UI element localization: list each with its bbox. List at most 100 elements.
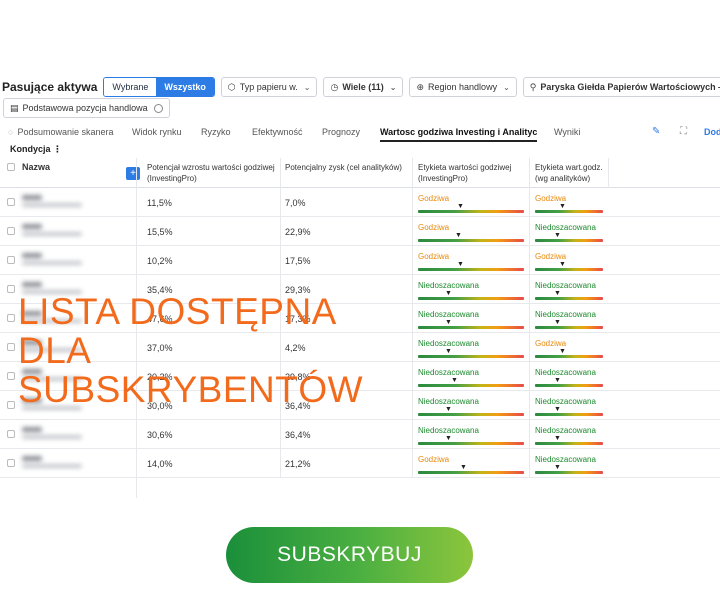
tab-market-view[interactable]: Widok rynku bbox=[132, 127, 182, 137]
location-pin-icon: ⚲ bbox=[529, 81, 537, 92]
table-row[interactable]: 30,6% 36,4% Niedoszacowana ▼ Niedoszacowana ▼ bbox=[0, 420, 720, 449]
analyst-upside-value: 36,4% bbox=[285, 430, 311, 440]
meter-marker-icon: ▼ bbox=[554, 406, 561, 413]
fair-value-meter-pro bbox=[418, 297, 524, 300]
row-checkbox[interactable] bbox=[7, 256, 15, 264]
add-link[interactable]: Dod bbox=[704, 127, 720, 137]
header-analyst-upside[interactable]: Potencjalny zysk (cel analityków) bbox=[285, 162, 402, 173]
globe-icon: ⊕ bbox=[416, 81, 425, 92]
fair-value-meter-pro bbox=[418, 384, 524, 387]
fair-value-meter-analyst bbox=[535, 471, 603, 474]
fair-value-meter-pro bbox=[418, 239, 524, 242]
row-checkbox[interactable] bbox=[7, 459, 15, 467]
fair-value-meter-pro bbox=[418, 355, 524, 358]
fair-value-meter-analyst bbox=[535, 239, 603, 242]
toggle-all[interactable]: Wszystko bbox=[156, 78, 214, 96]
fair-value-label-pro: Godziwa bbox=[418, 252, 450, 261]
fair-value-label-pro: Niedoszacowana bbox=[418, 310, 479, 319]
fair-value-meter-analyst bbox=[535, 297, 603, 300]
fair-value-label-analyst: Niedoszacowana bbox=[535, 426, 596, 435]
row-checkbox[interactable] bbox=[7, 430, 15, 438]
fair-value-meter-analyst bbox=[535, 210, 603, 213]
select-all-checkbox[interactable] bbox=[7, 163, 15, 171]
many-dropdown[interactable]: ◷ Wiele (11) ⌄ bbox=[323, 77, 404, 97]
primary-listing-filter[interactable]: ▤ Podstawowa pozycja handlowa bbox=[3, 98, 170, 118]
tab-bar: ○ Podsumowanie skanera Widok rynku Ryzyko… bbox=[0, 124, 720, 142]
tab-fair-value[interactable]: Wartosc godziwa Investing i Analityc bbox=[380, 127, 538, 142]
row-checkbox[interactable] bbox=[7, 285, 15, 293]
upside-value: 11,5% bbox=[147, 198, 172, 208]
tab-scanner-summary[interactable]: ○ Podsumowanie skanera bbox=[8, 127, 114, 137]
add-column-button[interactable]: + bbox=[126, 167, 140, 180]
selection-toggle[interactable]: Wybrane Wszystko bbox=[103, 77, 215, 97]
subscribers-only-overlay: LISTA DOSTĘPNA DLA SUBSKRYBENTÓW bbox=[18, 292, 398, 409]
fair-value-label-analyst: Niedoszacowana bbox=[535, 368, 596, 377]
tab-results[interactable]: Wyniki bbox=[554, 127, 580, 137]
hidden-asset-name bbox=[22, 456, 82, 468]
meter-marker-icon: ▼ bbox=[554, 435, 561, 442]
circle-icon: ○ bbox=[8, 127, 14, 137]
fair-value-label-pro: Niedoszacowana bbox=[418, 426, 479, 435]
page-title: Pasujące aktywa bbox=[2, 80, 98, 94]
meter-marker-icon: ▼ bbox=[554, 290, 561, 297]
fair-value-meter-pro bbox=[418, 471, 524, 474]
row-checkbox[interactable] bbox=[7, 372, 15, 380]
meter-marker-icon: ▼ bbox=[445, 348, 452, 355]
exchange-dropdown[interactable]: ⚲ Paryska Giełda Papierów Wartościowych … bbox=[522, 77, 720, 97]
fair-value-label-analyst: Godziwa bbox=[535, 194, 567, 203]
fair-value-label-analyst: Godziwa bbox=[535, 252, 567, 261]
radio-button[interactable] bbox=[153, 103, 163, 113]
security-type-dropdown[interactable]: ⬡ Typ papieru w. ⌄ bbox=[220, 77, 318, 97]
overlay-line-2: DLA bbox=[18, 330, 92, 371]
meter-marker-icon: ▼ bbox=[445, 290, 452, 297]
fair-value-label-analyst: Niedoszacowana bbox=[535, 281, 596, 290]
header-upside[interactable]: Potencjał wzrostu wartości godziwej (Inve… bbox=[147, 162, 275, 184]
fair-value-label-analyst: Niedoszacowana bbox=[535, 223, 596, 232]
meter-marker-icon: ▼ bbox=[457, 203, 464, 210]
fair-value-label-analyst: Niedoszacowana bbox=[535, 455, 596, 464]
fair-value-label-pro: Godziwa bbox=[418, 455, 450, 464]
chevron-down-icon: ⌄ bbox=[303, 82, 311, 92]
hidden-asset-name bbox=[22, 224, 82, 236]
pencil-icon[interactable]: ✎ bbox=[652, 126, 660, 137]
row-checkbox[interactable] bbox=[7, 227, 15, 235]
header-fv-label-pro[interactable]: Etykieta wartości godziwej (InvestingPro) bbox=[418, 162, 511, 184]
fair-value-label-pro: Niedoszacowana bbox=[418, 281, 479, 290]
meter-marker-icon: ▼ bbox=[451, 377, 458, 384]
row-checkbox[interactable] bbox=[7, 198, 15, 206]
header-name[interactable]: Nazwa bbox=[22, 162, 50, 173]
meter-marker-icon: ▼ bbox=[457, 261, 464, 268]
table-row[interactable]: 11,5% 7,0% Godziwa ▼ Godziwa ▼ bbox=[0, 188, 720, 217]
meter-marker-icon: ▼ bbox=[559, 348, 566, 355]
row-checkbox[interactable] bbox=[7, 314, 15, 322]
meter-marker-icon: ▼ bbox=[445, 435, 452, 442]
fair-value-meter-analyst bbox=[535, 413, 603, 416]
table-row[interactable]: 15,5% 22,9% Godziwa ▼ Niedoszacowana ▼ bbox=[0, 217, 720, 246]
analyst-upside-value: 17,5% bbox=[285, 256, 311, 266]
row-checkbox[interactable] bbox=[7, 343, 15, 351]
subscribe-button[interactable]: SUBSKRYBUJ bbox=[226, 527, 473, 583]
table-row[interactable]: 14,0% 21,2% Godziwa ▼ Niedoszacowana ▼ bbox=[0, 449, 720, 478]
region-dropdown[interactable]: ⊕ Region handlowy ⌄ bbox=[409, 77, 517, 97]
document-icon: ▤ bbox=[10, 102, 19, 113]
expand-icon[interactable]: ⛶ bbox=[680, 126, 687, 137]
analyst-upside-value: 7,0% bbox=[285, 198, 306, 208]
header-fv-label-analyst[interactable]: Etykieta wart.godz. (wg analityków) bbox=[535, 162, 603, 184]
fair-value-meter-analyst bbox=[535, 326, 603, 329]
tab-efficiency[interactable]: Efektywność bbox=[252, 127, 303, 137]
tab-risk[interactable]: Ryzyko bbox=[201, 127, 231, 137]
fair-value-meter-pro bbox=[418, 326, 524, 329]
hidden-asset-name bbox=[22, 253, 82, 265]
fair-value-meter-pro bbox=[418, 442, 524, 445]
upside-value: 14,0% bbox=[147, 459, 173, 469]
toggle-selected[interactable]: Wybrane bbox=[104, 78, 157, 96]
filter-bar: Pasujące aktywa Wybrane Wszystko ⬡ Typ p… bbox=[0, 76, 720, 98]
meter-marker-icon: ▼ bbox=[460, 464, 467, 471]
row-checkbox[interactable] bbox=[7, 401, 15, 409]
table-row[interactable]: 10,2% 17,5% Godziwa ▼ Godziwa ▼ bbox=[0, 246, 720, 275]
condition-selector[interactable]: Kondycja ⋮ bbox=[10, 144, 62, 155]
analyst-upside-value: 22,9% bbox=[285, 227, 311, 237]
cube-icon: ⬡ bbox=[227, 81, 236, 92]
column-divider bbox=[529, 158, 530, 478]
tab-forecasts[interactable]: Prognozy bbox=[322, 127, 360, 137]
